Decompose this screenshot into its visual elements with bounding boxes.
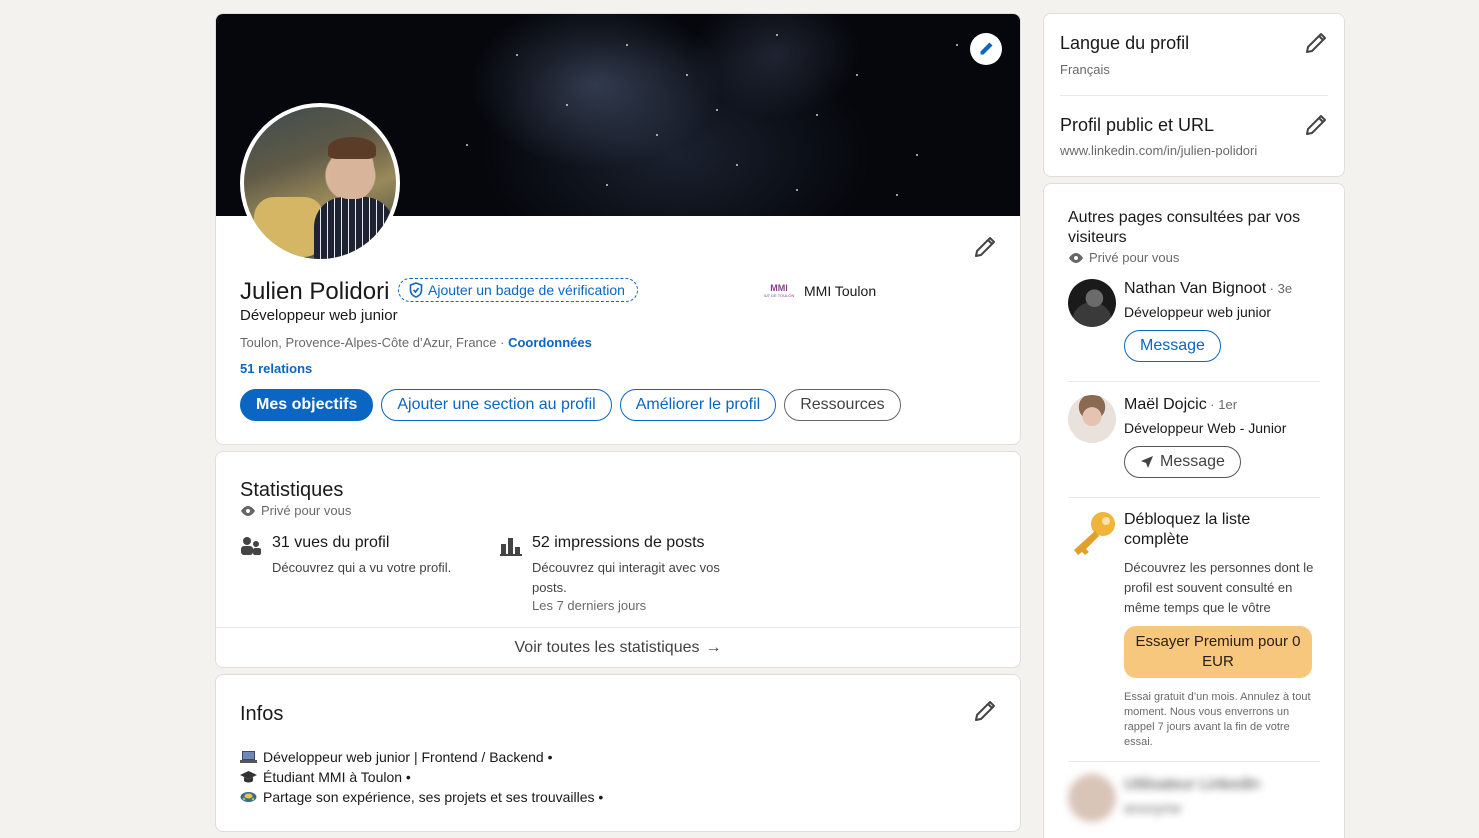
verification-badge-button[interactable]: Ajouter un badge de vérification — [398, 278, 638, 302]
school-link[interactable]: MMI IUT DE TOULON MMI Toulon — [762, 282, 876, 300]
person-name[interactable]: Nathan Van Bignoot · 3e — [1124, 280, 1292, 298]
profile-headline: Développeur web junior — [240, 307, 398, 324]
pencil-icon — [1306, 33, 1326, 53]
add-section-button[interactable]: Ajouter une section au profil — [381, 389, 612, 421]
arrow-right-icon: → — [705, 639, 722, 656]
eye-icon — [1069, 252, 1083, 263]
unlock-description: Découvrez les personnes dont le profil e… — [1124, 560, 1314, 615]
edit-public-url-button[interactable] — [1304, 113, 1328, 137]
visitors-title: Autres pages consultées par vos visiteur… — [1068, 209, 1301, 246]
send-icon — [1141, 456, 1153, 468]
profile-views-title: 31 vues du profil — [272, 534, 390, 551]
avatar[interactable] — [1068, 279, 1116, 327]
person-headline: Développeur web junior — [1124, 304, 1272, 320]
about-card: Infos Développeur web junior | Frontend … — [215, 674, 1021, 832]
try-premium-button[interactable]: Essayer Premium pour 0 EUR — [1124, 626, 1312, 678]
post-impressions-desc: Découvrez qui interagit avec vos posts. — [532, 560, 720, 595]
unlock-title: Débloquez la liste complète — [1124, 511, 1251, 548]
see-all-statistics-link[interactable]: Voir toutes les statistiques → — [216, 627, 1020, 667]
profile-location: Toulon, Provence-Alpes-Côte d’Azur, Fran… — [240, 335, 592, 350]
person-headline: Développeur Web - Junior — [1124, 420, 1287, 436]
profile-card: Julien Polidori Ajouter un badge de véri… — [215, 13, 1021, 445]
post-impressions-stat[interactable]: 52 impressions de posts Découvrez qui in… — [500, 534, 760, 614]
public-profile-url: www.linkedin.com/in/julien-polidori — [1060, 143, 1258, 158]
list-item: Nathan Van Bignoot · 3e Développeur web … — [1068, 279, 1320, 369]
about-line: Partage son expérience, ses projets et s… — [240, 789, 603, 805]
list-item: Maël Dojcic · 1er Développeur Web - Juni… — [1068, 395, 1320, 485]
avatar — [1068, 774, 1116, 822]
about-line: Étudiant MMI à Toulon • — [240, 769, 411, 785]
profile-language-value: Français — [1060, 62, 1110, 77]
edit-intro-button[interactable] — [973, 235, 997, 259]
pencil-icon — [975, 701, 995, 721]
message-button[interactable]: Message — [1124, 446, 1241, 478]
about-title: Infos — [240, 703, 284, 725]
about-line: Développeur web junior | Frontend / Back… — [240, 749, 552, 765]
relations-link[interactable]: 51 relations — [240, 361, 312, 376]
edit-about-button[interactable] — [973, 699, 997, 723]
contact-info-link[interactable]: Coordonnées — [508, 335, 592, 350]
impressions-period: Les 7 derniers jours — [532, 598, 647, 613]
profile-name: Julien Polidori — [240, 278, 390, 305]
profile-views-stat[interactable]: 31 vues du profil Découvrez qui a vu vot… — [240, 534, 480, 594]
school-name: MMI Toulon — [804, 283, 877, 299]
key-icon — [1074, 512, 1115, 555]
profile-language-title: Langue du profil — [1060, 33, 1190, 53]
profile-settings-card: Langue du profil Français Profil public … — [1043, 13, 1345, 177]
public-profile-title: Profil public et URL — [1060, 115, 1215, 135]
people-icon — [241, 537, 261, 555]
statistics-title: Statistiques — [240, 479, 344, 501]
person-name[interactable]: Maël Dojcic · 1er — [1124, 396, 1237, 414]
premium-trial-note: Essai gratuit d’un mois. Annulez à tout … — [1124, 691, 1311, 748]
school-logo: MMI IUT DE TOULON — [763, 283, 795, 299]
visitors-private-notice: Privé pour vous — [1068, 250, 1179, 265]
graduation-cap-icon — [240, 771, 257, 783]
edit-language-button[interactable] — [1304, 31, 1328, 55]
visitors-also-viewed-card: Autres pages consultées par vos visiteur… — [1043, 183, 1345, 838]
goals-button[interactable]: Mes objectifs — [240, 389, 374, 421]
resources-button[interactable]: Ressources — [784, 389, 901, 421]
eye-icon — [241, 505, 255, 516]
pencil-icon — [980, 42, 993, 55]
laptop-icon — [240, 751, 257, 763]
post-impressions-title: 52 impressions de posts — [532, 534, 705, 551]
shield-check-icon — [409, 282, 423, 298]
bar-chart-icon — [500, 538, 522, 556]
improve-profile-button[interactable]: Améliorer le profil — [619, 389, 777, 421]
pencil-icon — [975, 237, 995, 257]
statistics-card: Statistiques Privé pour vous 31 vues du … — [215, 451, 1021, 668]
rocket-icon — [240, 792, 257, 802]
verification-badge-label: Ajouter un badge de vérification — [428, 282, 625, 298]
edit-banner-button[interactable] — [970, 33, 1002, 65]
avatar[interactable] — [1068, 395, 1116, 443]
message-button[interactable]: Message — [1124, 330, 1221, 362]
pencil-icon — [1306, 115, 1326, 135]
profile-views-desc: Découvrez qui a vu votre profil. — [272, 560, 452, 575]
private-notice: Privé pour vous — [240, 503, 351, 518]
profile-photo[interactable] — [240, 103, 400, 263]
